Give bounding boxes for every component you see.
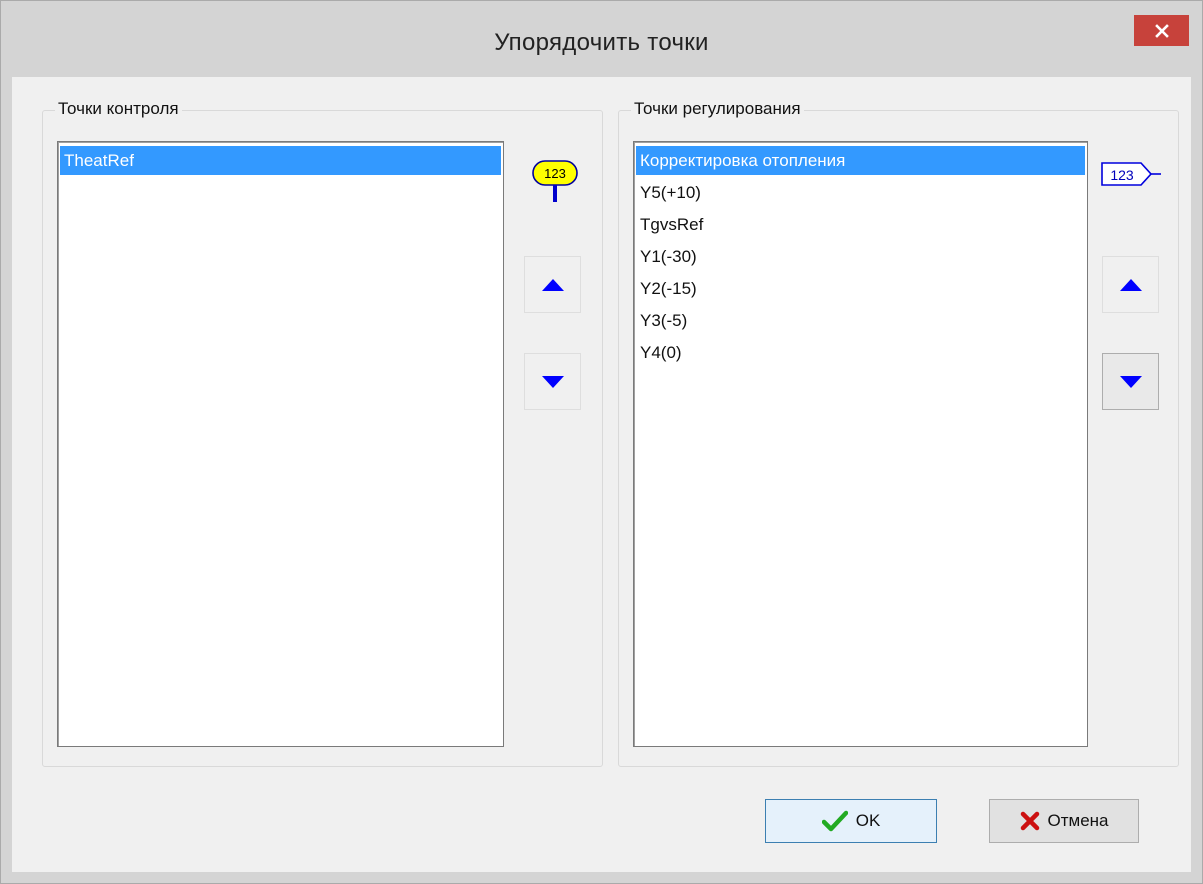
close-button[interactable]	[1134, 15, 1189, 46]
arrow-down-icon	[1119, 375, 1142, 388]
list-item[interactable]: Y2(-15)	[636, 274, 1085, 303]
list-item[interactable]: Корректировка отопления	[636, 146, 1085, 175]
window-title: Упорядочить точки	[494, 29, 709, 56]
list-item[interactable]: TheatRef	[60, 146, 501, 175]
control-points-list[interactable]: TheatRef	[57, 141, 504, 747]
list-item[interactable]: Y3(-5)	[636, 306, 1085, 335]
regulation-move-up-button[interactable]	[1102, 256, 1159, 313]
control-move-up-button[interactable]	[524, 256, 581, 313]
control-indicator-text: 123	[544, 166, 566, 181]
regulation-point-tag-icon: 123	[1101, 162, 1161, 186]
title-bar[interactable]: Упорядочить точки	[1, 1, 1202, 77]
ok-button[interactable]: OK	[765, 799, 937, 843]
list-item[interactable]: Y4(0)	[636, 338, 1085, 367]
list-item[interactable]: Y5(+10)	[636, 178, 1085, 207]
ok-button-label: OK	[855, 811, 881, 830]
regulation-move-down-button[interactable]	[1102, 353, 1159, 410]
control-point-marker-icon: 123	[532, 160, 578, 202]
cross-icon	[1020, 811, 1039, 831]
dialog-window: Упорядочить точки Точки контроля TheatRe…	[0, 0, 1203, 884]
control-move-down-button[interactable]	[524, 353, 581, 410]
arrow-up-icon	[1119, 278, 1142, 291]
regulation-points-label: Точки регулирования	[631, 99, 804, 119]
list-item[interactable]: TgvsRef	[636, 210, 1085, 239]
regulation-indicator-text: 123	[1110, 167, 1134, 183]
list-item[interactable]: Y1(-30)	[636, 242, 1085, 271]
arrow-down-icon	[541, 375, 564, 388]
dialog-body: Точки контроля TheatRef 123 Точки регули…	[12, 77, 1191, 872]
arrow-up-icon	[541, 278, 564, 291]
control-points-label: Точки контроля	[55, 99, 182, 119]
checkmark-icon	[821, 810, 848, 832]
cancel-button-label: Отмена	[1047, 811, 1109, 830]
close-icon	[1154, 23, 1169, 38]
cancel-button[interactable]: Отмена	[989, 799, 1139, 843]
regulation-points-list[interactable]: Корректировка отопления Y5(+10) TgvsRef Y1(…	[633, 141, 1088, 747]
